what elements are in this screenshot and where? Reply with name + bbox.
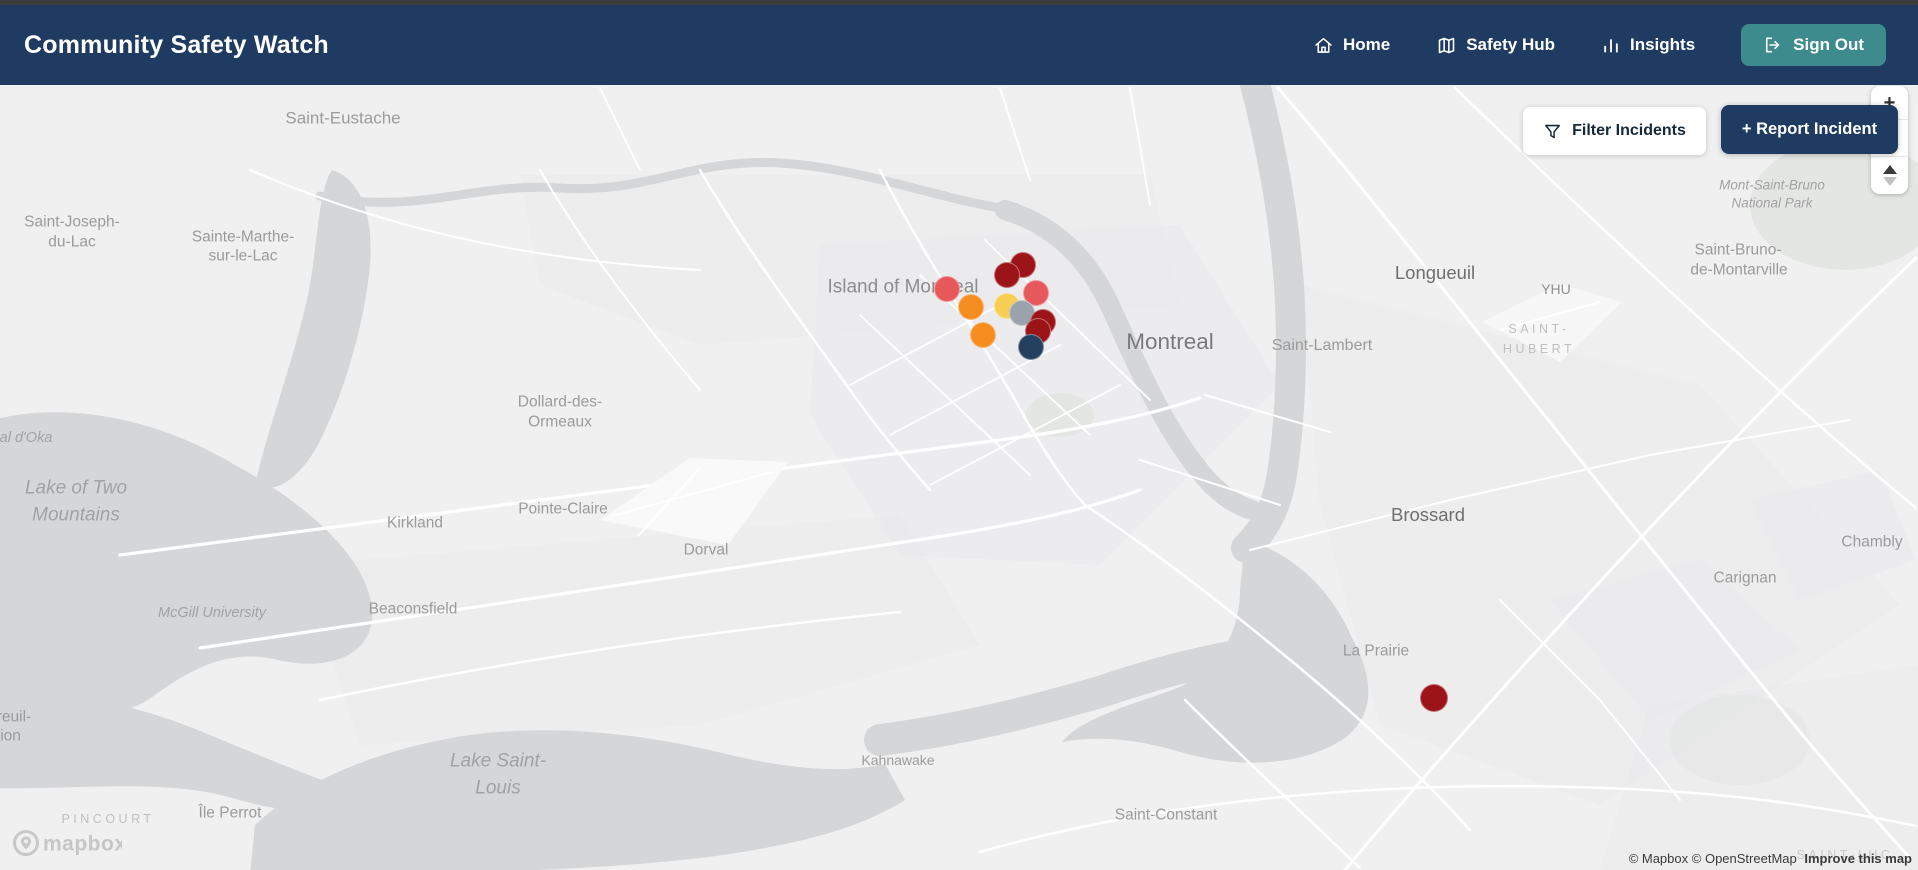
map-label: HUBERT [1502,341,1576,356]
incident-marker[interactable] [958,294,984,320]
nav-item-home-label: Home [1342,35,1391,54]
map-label: PINCOURT [61,811,155,826]
app-title: Community Safety Watch [24,30,329,59]
home-icon [1315,37,1332,53]
map-label: Longueuil [1394,261,1476,283]
incident-marker[interactable] [1018,334,1044,360]
map-label: La Prairie [1342,642,1410,660]
pitch-down-icon [1882,177,1897,186]
bar-chart-icon [1604,39,1618,53]
map-label: Saint-Joseph- [24,213,120,231]
map-label: YHU [1541,281,1571,297]
improve-map-link[interactable]: Improve this map [1804,851,1912,866]
pitch-up-icon [1882,165,1897,174]
map-label: Saint-Bruno- [1694,241,1782,259]
filter-incidents-button[interactable]: Filter Incidents [1523,107,1706,155]
logout-icon [1766,37,1780,53]
map-canvas[interactable]: Saint-Eustache Saint-Joseph-du-Lac Sainte-… [0,85,1918,870]
map-label: Beaconsfield [368,600,458,618]
map-label: National Park [1731,195,1813,211]
map-label: Kahnawake [861,752,935,768]
map-label: Saint-Lambert [1271,337,1373,354]
sign-out-label: Sign Out [1793,35,1864,54]
map-label: Lake Saint- [449,750,547,772]
mapbox-logo[interactable]: mapbox [10,827,126,864]
map-attribution: © Mapbox © OpenStreetMap Improve this ma… [1629,851,1912,866]
map-label: Chambly [1841,533,1903,551]
report-incident-button[interactable]: + Report Incident [1721,105,1898,154]
map-label: Mont-Saint-Bruno [1719,177,1825,193]
map-label: de-Montarville [1690,261,1788,279]
nav-item-safety-hub-label: Safety Hub [1466,35,1555,54]
map-label: reuil- [0,708,32,726]
map-label: Ormeaux [528,413,592,431]
map-label: sur-le-Lac [208,247,278,265]
map-label: Saint-Eustache [285,108,401,128]
map-label: Île Perrot [198,804,262,822]
funnel-icon [1545,124,1561,138]
map-label: nal d'Oka [0,429,53,446]
map-label: Louis [475,777,521,799]
map-label: Kirkland [387,514,443,532]
filter-incidents-label: Filter Incidents [1572,122,1686,139]
nav-item-insights-label: Insights [1630,35,1696,54]
map-icon [1438,37,1455,53]
map-label: Saint-Constant [1114,806,1218,824]
incident-marker[interactable] [994,262,1020,288]
mapbox-attribution-link[interactable]: © Mapbox [1629,851,1688,866]
main-nav: Home Safety Hub Insights Sign Out [1313,24,1886,66]
map-label: Sainte-Marthe- [191,228,295,246]
nav-item-safety-hub[interactable]: Safety Hub [1436,35,1555,56]
map-label: rion [0,727,21,745]
map-label: du-Lac [48,233,96,251]
map-label: Dorval [683,541,729,559]
map-label: Montreal [1126,328,1214,354]
map-overlay-layer: Saint-Eustache Saint-Joseph-du-Lac Sainte-… [0,85,1918,870]
map-label: Lake of Two [24,477,128,499]
map-label: Dollard-des- [517,393,603,411]
incident-marker[interactable] [934,276,960,302]
nav-item-insights[interactable]: Insights [1601,35,1695,55]
pitch-control-button[interactable] [1871,157,1908,194]
map-label: Mountains [32,504,120,526]
incident-marker[interactable] [1420,684,1448,712]
map-label: McGill University [158,604,266,621]
map-label: Carignan [1713,569,1777,587]
incident-marker[interactable] [970,322,996,348]
map-label: Brossard [1390,503,1466,525]
nav-item-home[interactable]: Home [1313,35,1390,56]
sign-out-button[interactable]: Sign Out [1741,24,1886,66]
map-label: SAINT- [1508,321,1570,336]
mapbox-logo-text: mapbox [43,833,122,856]
report-incident-label: + Report Incident [1741,120,1878,138]
app-header: Community Safety Watch Home Safety Hub I… [0,5,1918,85]
osm-attribution-link[interactable]: © OpenStreetMap [1692,851,1797,866]
map-label: Pointe-Claire [518,500,608,518]
